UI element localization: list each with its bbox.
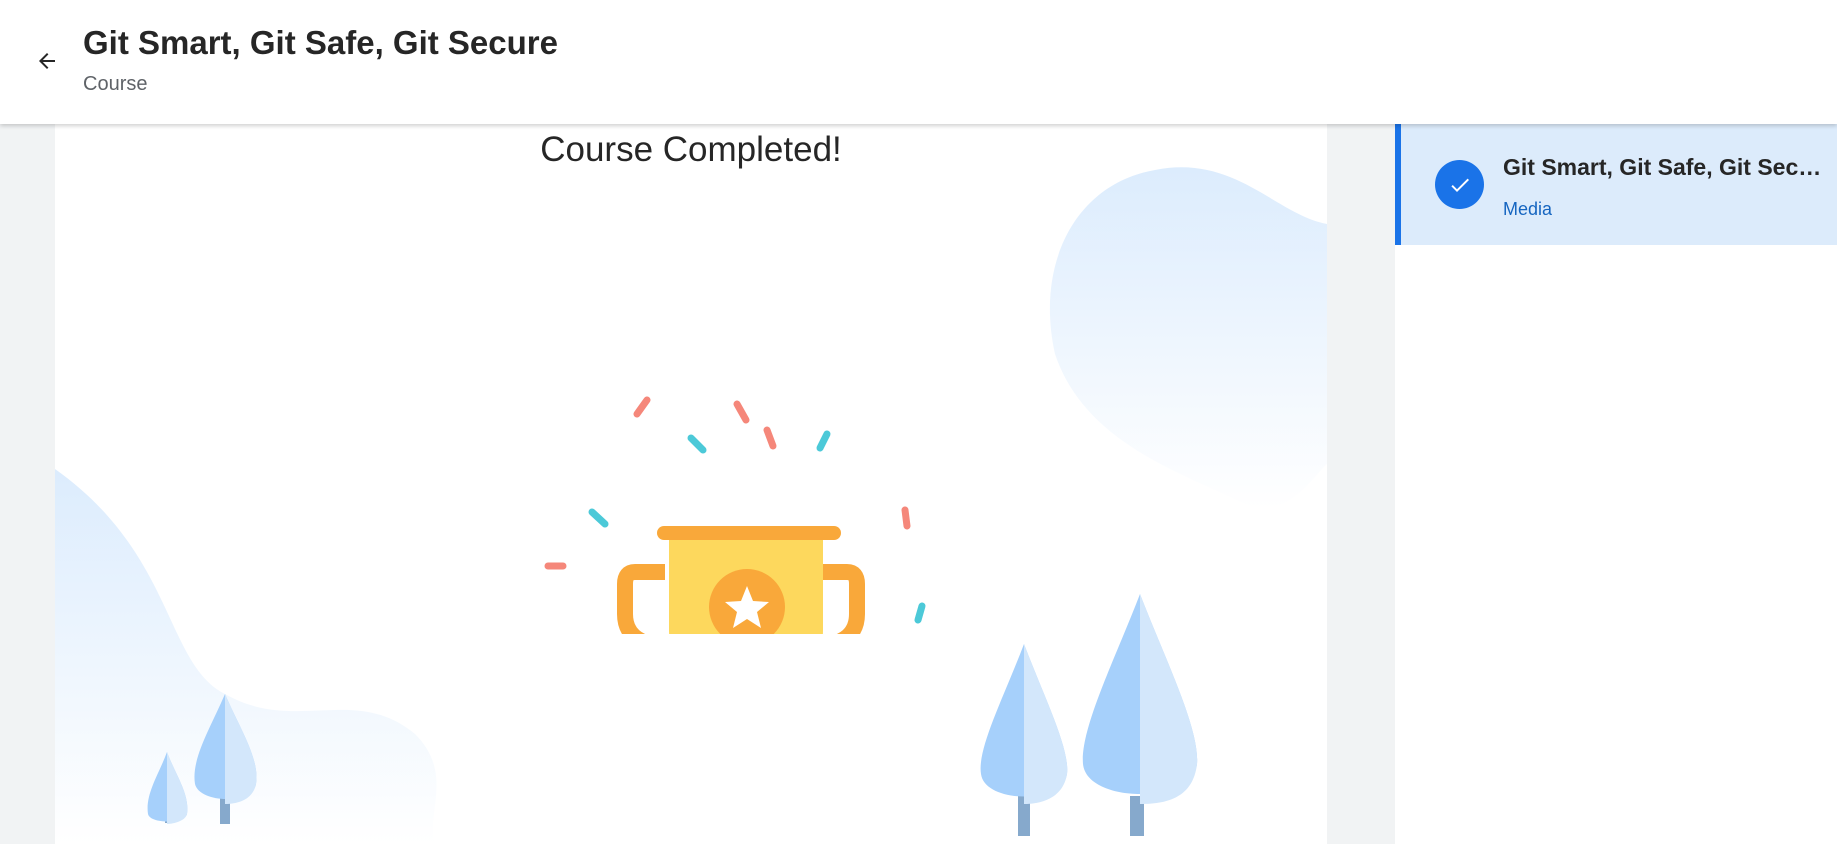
trophy-icon: [544, 396, 926, 634]
back-button[interactable]: [30, 44, 64, 78]
page-title: Git Smart, Git Safe, Git Secure: [83, 24, 558, 61]
course-item[interactable]: Git Smart, Git Safe, Git Secure Media: [1395, 124, 1837, 245]
app-header: Git Smart, Git Safe, Git Secure Course: [0, 0, 1837, 124]
tree-icon: [980, 644, 1068, 836]
check-icon: [1450, 178, 1469, 192]
completion-card: Course Completed!: [55, 124, 1327, 844]
course-sidebar: Git Smart, Git Safe, Git Secure Media: [1395, 124, 1837, 844]
course-item-type: Media: [1503, 199, 1553, 219]
arrow-left-icon: [39, 53, 55, 69]
completed-status: [1435, 160, 1484, 209]
completion-message: Course Completed!: [540, 130, 842, 169]
page-subtitle: Course: [83, 73, 148, 95]
course-item-title: Git Smart, Git Safe, Git Secure: [1503, 154, 1823, 180]
tree-icon: [1082, 594, 1198, 836]
main-content: Course Completed!: [0, 124, 1395, 844]
